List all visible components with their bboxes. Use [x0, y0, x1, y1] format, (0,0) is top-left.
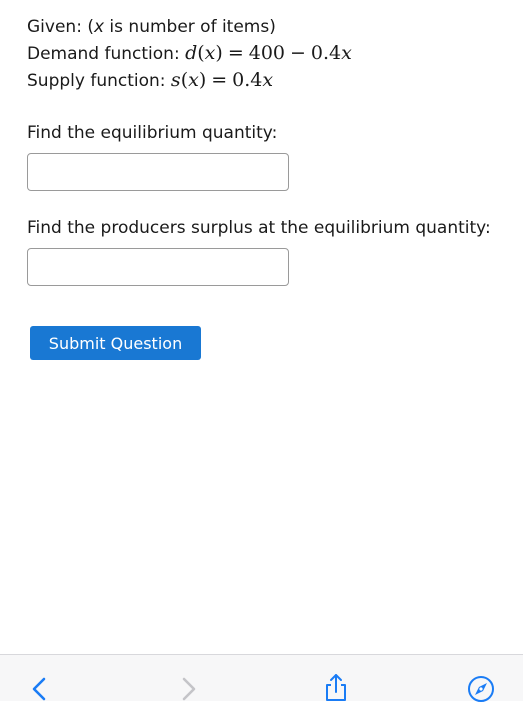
producers-surplus-prompt: Find the producers surplus at the equili… — [27, 218, 491, 238]
given-label: Given: ( — [27, 17, 94, 37]
share-icon[interactable] — [322, 673, 350, 701]
demand-label: Demand function: — [27, 44, 186, 64]
question-content: Given: (x is number of items) Demand fun… — [27, 14, 507, 286]
equilibrium-quantity-input[interactable] — [27, 153, 289, 191]
supply-equation: s(x) = 0.4x — [170, 69, 274, 91]
producers-surplus-input[interactable] — [27, 248, 289, 286]
given-line: Given: (x is number of items) — [27, 14, 507, 40]
demand-equation: d(x) = 400−0.4x — [185, 42, 352, 64]
supply-label: Supply function: — [27, 71, 171, 91]
given-variable: x — [93, 17, 105, 37]
submit-question-button[interactable]: Submit Question — [30, 326, 201, 360]
browser-toolbar — [0, 654, 523, 703]
demand-function-line: Demand function: d(x) = 400−0.4x — [27, 40, 507, 67]
given-note: is number of items) — [104, 17, 276, 37]
back-icon[interactable] — [31, 677, 47, 701]
compass-icon[interactable] — [467, 675, 495, 703]
equilibrium-quantity-prompt: Find the equilibrium quantity: — [27, 123, 278, 143]
forward-icon[interactable] — [181, 677, 197, 701]
supply-function-line: Supply function: s(x) = 0.4x — [27, 67, 507, 94]
